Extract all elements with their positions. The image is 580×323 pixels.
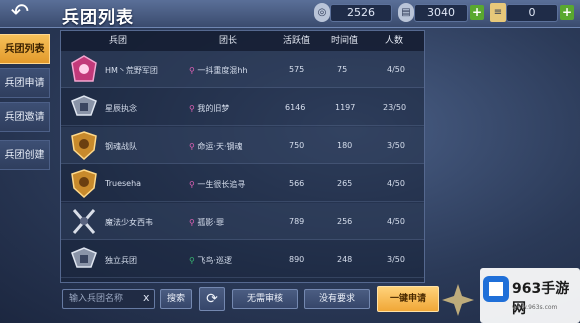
legion-name: 钢魂战队 bbox=[105, 142, 137, 151]
legion-leader: ⚲ 飞鸟·巡逻 bbox=[189, 256, 232, 265]
location-pin-icon: ⚲ bbox=[189, 142, 195, 151]
refresh-icon[interactable]: ⟳ bbox=[199, 287, 225, 311]
gold-shield-icon bbox=[71, 169, 97, 198]
col-time: 时间值 bbox=[331, 36, 359, 46]
table-row[interactable]: HM丶荒野军团 ⚲ 一抖重度混hh 575 75 4/50 bbox=[61, 51, 424, 88]
table-row[interactable]: Trueseha ⚲ 一生很长追寻 566 265 4/50 bbox=[61, 165, 424, 202]
table-row[interactable]: 星辰执念 ⚲ 我的旧梦 6146 1197 23/50 bbox=[61, 89, 424, 126]
location-pin-icon: ⚲ bbox=[189, 256, 195, 265]
time-value: 265 bbox=[337, 179, 353, 188]
silver-wing-icon bbox=[71, 247, 97, 268]
game-logo-icon bbox=[442, 284, 474, 316]
cross-sword-icon bbox=[72, 209, 96, 234]
tab-legion-invite[interactable]: 兵团邀请 bbox=[0, 102, 50, 132]
location-pin-icon: ⚲ bbox=[189, 66, 195, 75]
time-value: 75 bbox=[337, 65, 348, 74]
silver-coin-value: 2526 bbox=[330, 4, 392, 22]
table-row[interactable]: 钢魂战队 ⚲ 命运·天·钢魂 750 180 3/50 bbox=[61, 127, 424, 164]
legion-leader: ⚲ 我的旧梦 bbox=[189, 104, 230, 113]
clear-search-button[interactable]: x bbox=[143, 291, 150, 304]
col-leader: 团长 bbox=[219, 36, 238, 46]
col-legion: 兵团 bbox=[109, 36, 128, 46]
legion-name: HM丶荒野军团 bbox=[105, 66, 158, 75]
active-value: 750 bbox=[289, 141, 305, 150]
site-url: www.963s.com bbox=[512, 304, 558, 311]
active-value: 575 bbox=[289, 65, 305, 74]
legion-table: 兵团 团长 活跃值 时间值 人数 HM丶荒野军团 ⚲ 一抖重度混hh 575 7… bbox=[60, 30, 425, 283]
location-pin-icon: ⚲ bbox=[189, 218, 195, 227]
search-input[interactable]: 输入兵团名称 bbox=[62, 289, 155, 309]
time-value: 1197 bbox=[335, 103, 356, 112]
location-pin-icon: ⚲ bbox=[189, 180, 195, 189]
active-value: 566 bbox=[289, 179, 305, 188]
silver-coin-icon: ◎ bbox=[314, 3, 330, 22]
back-button[interactable]: ↶ bbox=[6, 2, 34, 26]
member-count: 3/50 bbox=[387, 255, 405, 264]
time-value: 180 bbox=[337, 141, 353, 150]
time-value: 256 bbox=[337, 217, 353, 226]
silver-wing-icon bbox=[71, 95, 97, 116]
member-count: 3/50 bbox=[387, 141, 405, 150]
ticket-value: 3040 bbox=[414, 4, 468, 22]
location-pin-icon: ⚲ bbox=[189, 104, 195, 113]
add-ticket-button[interactable]: + bbox=[470, 5, 484, 20]
site-brand: 963手游网 bbox=[512, 281, 570, 317]
gold-shield-icon bbox=[71, 131, 97, 160]
no-review-button[interactable]: 无需审核 bbox=[232, 289, 298, 309]
site-logo-icon bbox=[483, 276, 509, 302]
legion-name: Trueseha bbox=[105, 179, 142, 188]
col-active: 活跃值 bbox=[283, 36, 311, 46]
active-value: 6146 bbox=[285, 103, 306, 112]
legion-leader: ⚲ 命运·天·钢魂 bbox=[189, 142, 243, 151]
no-requirement-button[interactable]: 没有要求 bbox=[304, 289, 370, 309]
legion-leader: ⚲ 孤影·罪 bbox=[189, 218, 224, 227]
page-title: 兵团列表 bbox=[62, 8, 134, 28]
search-button[interactable]: 搜索 bbox=[160, 289, 192, 309]
scroll-icon: ≡ bbox=[490, 3, 506, 22]
member-count: 4/50 bbox=[387, 179, 405, 188]
table-row[interactable]: 独立兵团 ⚲ 飞鸟·巡逻 890 248 3/50 bbox=[61, 241, 424, 278]
tab-legion-list[interactable]: 兵团列表 bbox=[0, 34, 50, 64]
table-row[interactable]: 魔法少女西韦 ⚲ 孤影·罪 789 256 4/50 bbox=[61, 203, 424, 240]
legion-name: 魔法少女西韦 bbox=[105, 218, 153, 227]
apply-all-button[interactable]: 一键申请 bbox=[377, 286, 439, 312]
tab-legion-apply[interactable]: 兵团申请 bbox=[0, 68, 50, 98]
scroll-value: 0 bbox=[506, 4, 558, 22]
legion-leader: ⚲ 一生很长追寻 bbox=[189, 180, 246, 189]
table-header: 兵团 团长 活跃值 时间值 人数 bbox=[61, 31, 424, 51]
add-scroll-button[interactable]: + bbox=[560, 5, 574, 20]
legion-leader: ⚲ 一抖重度混hh bbox=[189, 66, 248, 75]
site-watermark: 963手游网 www.963s.com bbox=[480, 268, 580, 323]
member-count: 4/50 bbox=[387, 65, 405, 74]
top-bar: ↶ 兵团列表 ◎ 2526 ▤ 3040 + ≡ 0 + bbox=[0, 0, 580, 28]
member-count: 4/50 bbox=[387, 217, 405, 226]
time-value: 248 bbox=[337, 255, 353, 264]
legion-name: 星辰执念 bbox=[105, 104, 137, 113]
active-value: 789 bbox=[289, 217, 305, 226]
legion-name: 独立兵团 bbox=[105, 256, 137, 265]
tab-legion-create[interactable]: 兵团创建 bbox=[0, 140, 50, 170]
active-value: 890 bbox=[289, 255, 305, 264]
ticket-icon: ▤ bbox=[398, 3, 414, 22]
pink-crest-icon bbox=[71, 55, 97, 82]
member-count: 23/50 bbox=[383, 103, 407, 112]
col-members: 人数 bbox=[385, 36, 404, 46]
